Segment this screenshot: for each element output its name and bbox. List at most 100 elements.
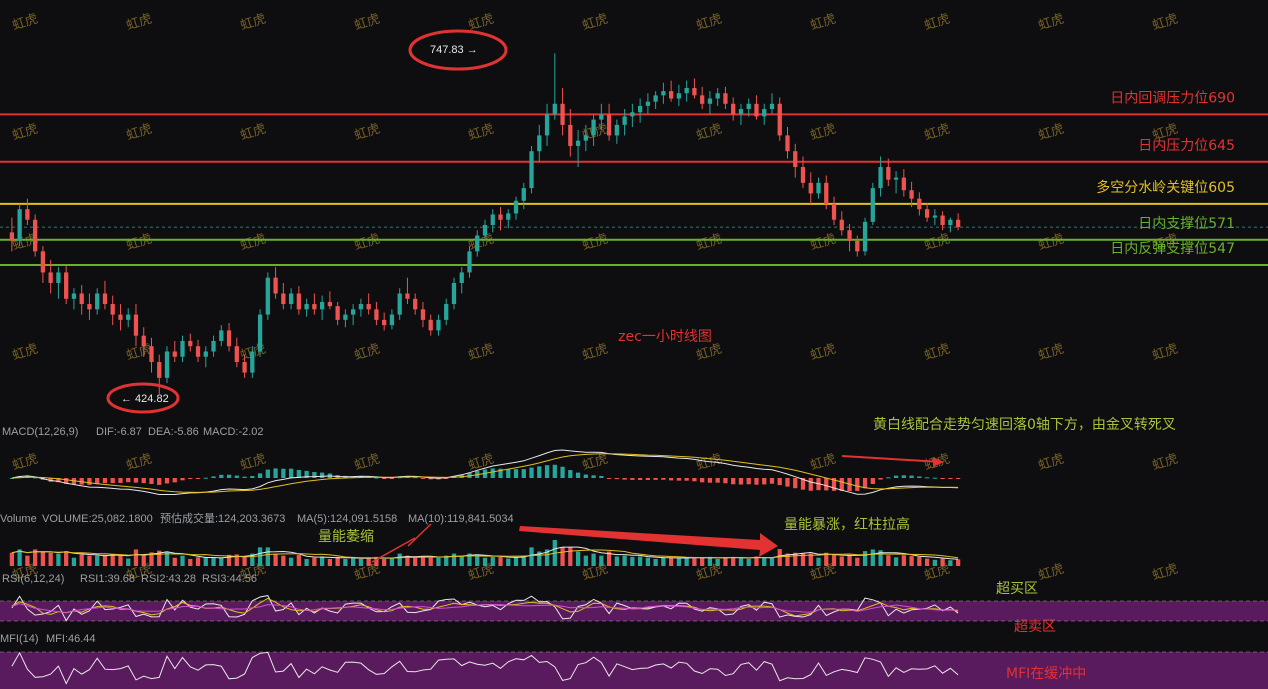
- candle: [777, 97, 782, 141]
- macd-bar: [133, 478, 139, 483]
- volume-bar: [653, 558, 658, 566]
- macd-bar: [862, 478, 868, 489]
- macd-bar: [250, 476, 255, 478]
- volume-bar: [436, 557, 441, 566]
- volume-bar: [188, 558, 193, 566]
- volume-bar: [568, 547, 573, 566]
- volume-bar: [366, 557, 371, 566]
- chart-svg: 虹虎 虹虎 虹虎 虹虎 虹虎 虹虎 虹虎 虹虎 虹虎 虹虎 虹虎虹虎 虹虎 虹虎 虹虎 虹虎 虹虎 虹虎 虹虎 虹虎…: [0, 0, 1268, 689]
- macd-bar: [195, 478, 201, 479]
- macd-bar: [203, 477, 208, 479]
- volume-bar: [126, 558, 131, 566]
- macd-bar: [110, 478, 115, 484]
- macd-bar: [909, 475, 914, 478]
- macd-bar: [824, 478, 829, 491]
- volume-bar: [490, 556, 495, 566]
- macd-bar: [219, 474, 224, 478]
- macd-bar: [653, 478, 658, 480]
- volume-bar: [506, 558, 511, 566]
- macd-bar: [669, 478, 674, 481]
- volume-bar: [560, 547, 565, 566]
- macd-bar: [839, 478, 844, 492]
- macd-bar: [855, 478, 860, 491]
- macd-bar: [723, 478, 728, 484]
- volume-bar: [777, 549, 782, 566]
- macd-bar: [529, 467, 534, 478]
- volume-bar: [397, 553, 402, 566]
- volume-ma10: MA(10):119,841.5034: [408, 513, 514, 525]
- macd-bar: [793, 478, 798, 489]
- volume-bar: [924, 558, 930, 566]
- volume-bar: [692, 558, 697, 566]
- volume-bar: [40, 551, 46, 566]
- low-marker-label: ← 424.82: [121, 393, 169, 405]
- volume-bar: [591, 553, 596, 566]
- macd-bar: [382, 478, 387, 479]
- macd-bar: [777, 478, 782, 486]
- volume-bar: [257, 547, 263, 566]
- volume-bar: [746, 558, 751, 566]
- volume-bar: [71, 557, 77, 566]
- macd-bar: [102, 478, 108, 484]
- volume-bar: [451, 553, 457, 566]
- volume-bar: [669, 557, 674, 566]
- macd-bar: [118, 478, 123, 483]
- level-label: 日内回调压力位690: [1110, 90, 1235, 106]
- volume-bar: [319, 556, 325, 566]
- rsi-band: [0, 601, 1268, 621]
- macd-bar: [273, 468, 278, 478]
- volume-bar: [886, 555, 891, 566]
- macd-bar: [955, 478, 961, 479]
- macd-bar: [583, 474, 588, 478]
- macd-bar: [281, 468, 286, 478]
- candle: [862, 217, 868, 256]
- volume-bar: [141, 554, 146, 566]
- candle: [164, 346, 170, 384]
- macd-bar: [676, 478, 682, 481]
- macd-bar: [878, 478, 883, 480]
- macd-dif: DIF:-6.87: [96, 426, 142, 438]
- macd-bar: [226, 474, 232, 478]
- macd-bar: [738, 478, 744, 485]
- macd-bar: [754, 478, 759, 485]
- volume-bar: [9, 552, 15, 566]
- volume-bar: [413, 557, 418, 566]
- macd-bar: [87, 478, 92, 485]
- volume-bar: [172, 557, 177, 566]
- macd-bar: [924, 477, 930, 479]
- macd-bar: [769, 478, 775, 484]
- macd-bar: [180, 478, 185, 481]
- macd-bar: [684, 478, 689, 481]
- macd-bar: [948, 478, 953, 479]
- volume-bar: [870, 549, 875, 566]
- macd-bar: [707, 478, 713, 483]
- candle: [257, 309, 263, 357]
- macd-bar: [940, 478, 945, 479]
- macd-bar: [614, 478, 619, 480]
- volume-bar: [769, 557, 775, 566]
- macd-note: 黄白线配合走势匀速回落0轴下方，由金叉转死叉: [873, 416, 1176, 433]
- level-label: 日内压力位645: [1138, 138, 1235, 154]
- volume-bar: [676, 557, 682, 566]
- volume-bar: [839, 556, 844, 566]
- macd-bar: [552, 464, 557, 478]
- macd-bar: [622, 478, 627, 480]
- volume-bar: [428, 557, 433, 566]
- macd-bar: [661, 478, 666, 480]
- macd-bar: [901, 475, 906, 478]
- volume-bar: [304, 558, 309, 566]
- volume-bar: [816, 557, 821, 566]
- volume-bar: [498, 556, 503, 566]
- macd-bar: [692, 478, 697, 482]
- macd-bar: [126, 478, 131, 483]
- volume-bar: [731, 556, 736, 566]
- macd-bar: [319, 472, 325, 478]
- volume-bar: [265, 547, 270, 566]
- volume-bar: [56, 553, 61, 566]
- volume-bar: [909, 556, 914, 566]
- volume-bar: [738, 557, 744, 566]
- volume-bar: [475, 555, 480, 566]
- volume-bar: [343, 558, 348, 566]
- macd-bar: [164, 478, 170, 484]
- macd-bar: [149, 478, 154, 484]
